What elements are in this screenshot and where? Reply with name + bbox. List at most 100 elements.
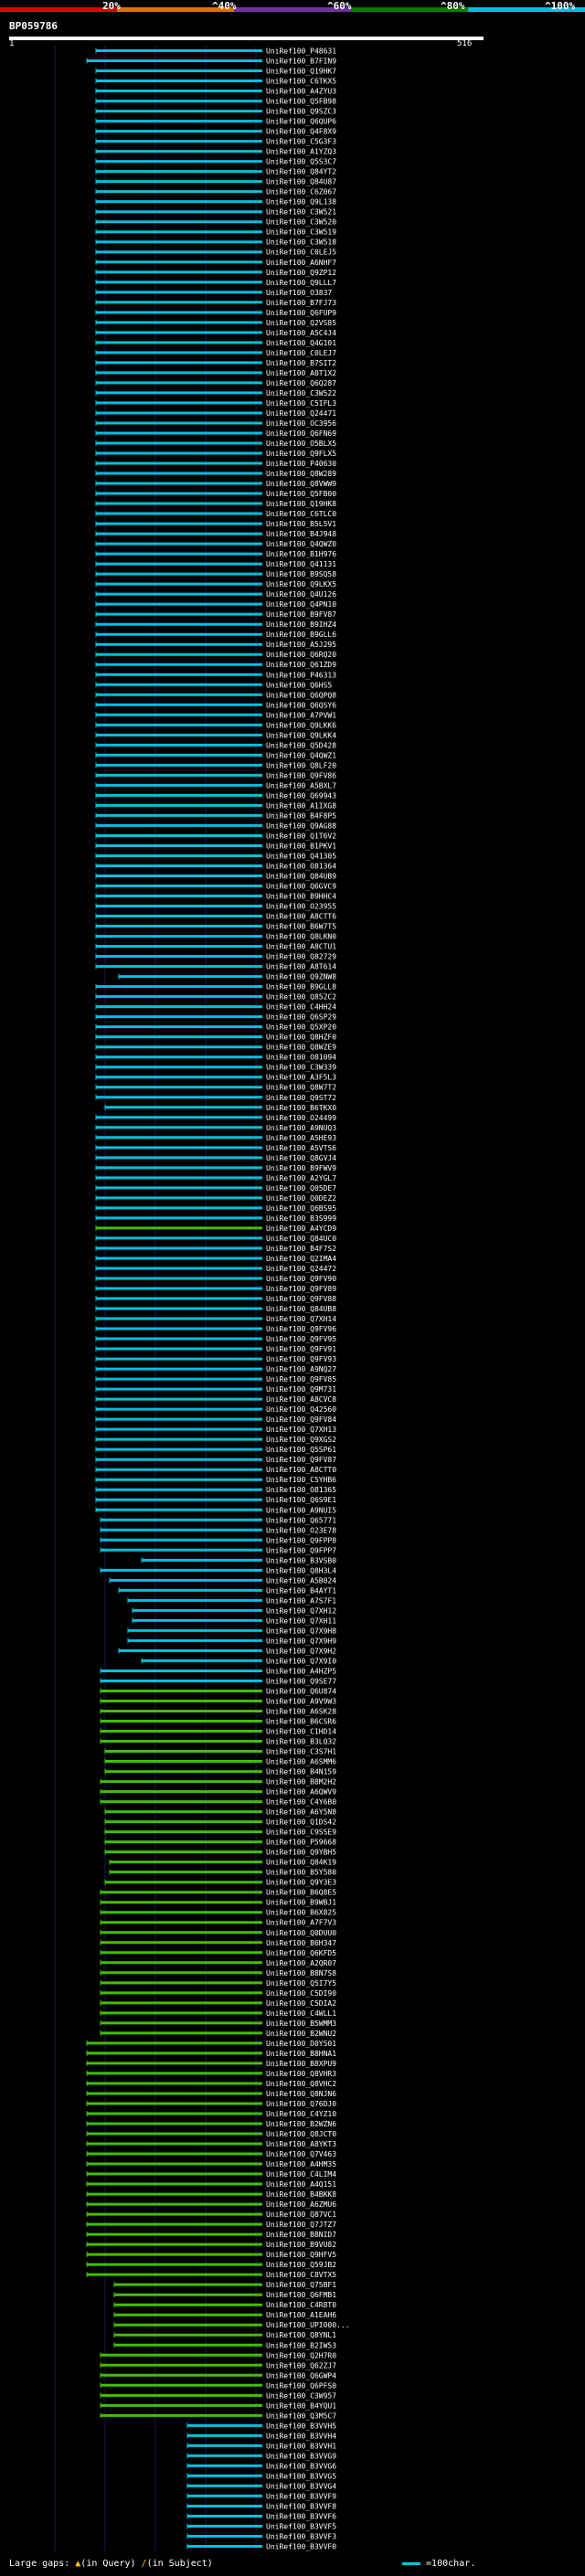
hit-label: UniRef100_C1HD14 <box>266 1728 336 1736</box>
hit-label: UniRef100_B3VVG6 <box>266 2462 336 2470</box>
hit-label: UniRef100_A8CVC8 <box>266 1395 336 1404</box>
hit-label: UniRef100_B5WMM3 <box>266 2019 336 2028</box>
hit-label: UniRef100_Q9FPP8 <box>266 1536 336 1544</box>
hit-label: UniRef100_A5HE93 <box>266 1134 336 1142</box>
hit-label: UniRef100_Q2H7R0 <box>266 2351 336 2359</box>
hit-label: UniRef100_A2YGL7 <box>266 1174 336 1182</box>
hit-label: UniRef100_B3VVH5 <box>266 2422 336 2430</box>
hit-label: UniRef100_Q87VC1 <box>266 2210 336 2219</box>
hit-label: UniRef100_Q7X9I0 <box>266 1657 336 1665</box>
hit-label: UniRef100_A5BXL7 <box>266 781 336 790</box>
hit-label: UniRef100_Q8W289 <box>266 470 336 478</box>
hit-label: UniRef100_Q6PFS0 <box>266 2381 336 2390</box>
hit-label: UniRef100_P48631 <box>266 48 336 56</box>
hit-label: UniRef100_Q69943 <box>266 791 336 800</box>
hit-label: UniRef100_Q6FN69 <box>266 429 336 438</box>
hit-label: UniRef100_A6NHF7 <box>266 259 336 267</box>
hit-label: UniRef100_Q4QWZ1 <box>266 751 336 759</box>
hit-label: UniRef100_B3VSB0 <box>266 1556 336 1564</box>
hit-label: UniRef100_P59668 <box>266 1839 336 1847</box>
hit-label: UniRef100_Q9SE77 <box>266 1677 336 1685</box>
hit-label: UniRef100_B4YQU1 <box>266 2401 336 2410</box>
scale-bar <box>402 2561 420 2565</box>
hit-label: UniRef100_Q2VS85 <box>266 319 336 327</box>
hit-label: UniRef100_B9GLL8 <box>266 983 336 991</box>
hit-label: UniRef100_A8CTT0 <box>266 1466 336 1474</box>
hit-label: UniRef100_A1EAH6 <box>266 2311 336 2319</box>
hit-label: UniRef100_B2WNU2 <box>266 2030 336 2038</box>
hit-label: UniRef100_Q6U874 <box>266 1687 336 1695</box>
hit-label: UniRef100_Q65771 <box>266 1516 336 1524</box>
hit-label: UniRef100_Q1DS42 <box>266 1818 336 1827</box>
hit-label: UniRef100_Q6QUP6 <box>266 118 336 126</box>
hit-label: UniRef100_Q7X9H8 <box>266 1627 336 1635</box>
hit-label: UniRef100_Q82729 <box>266 953 336 961</box>
hit-label: UniRef100_C9SSE9 <box>266 1829 336 1837</box>
hit-label: UniRef100_B6CSR6 <box>266 1718 336 1726</box>
hit-label: UniRef100_B8M2H2 <box>266 1778 336 1786</box>
hit-label: UniRef100_Q8VHR3 <box>266 2070 336 2078</box>
hit-label: UniRef100_B1H976 <box>266 550 336 558</box>
hit-label: UniRef100_B7FJ73 <box>266 299 336 307</box>
hit-label: UniRef100_Q9HFV5 <box>266 2251 336 2259</box>
hit-label: UniRef100_Q9FV85 <box>266 1375 336 1383</box>
hit-label: UniRef100_Q84UC0 <box>266 1235 336 1243</box>
hit-label: UniRef100_B3VVF6 <box>266 2512 336 2520</box>
hit-label: UniRef100_Q9M731 <box>266 1385 336 1394</box>
hit-label: UniRef100_A0T1X2 <box>266 369 336 377</box>
hit-label: UniRef100_C6TKX5 <box>266 78 336 86</box>
hit-label: UniRef100_Q8NJN6 <box>266 2090 336 2098</box>
hit-label: UniRef100_Q6S9E1 <box>266 1496 336 1504</box>
hit-label: UniRef100_UPI000... <box>266 2321 350 2329</box>
hit-label: UniRef100_Q4QWZ0 <box>266 540 336 548</box>
hit-label: UniRef100_A1IXG8 <box>266 801 336 810</box>
hit-label: UniRef100_Q76DJ0 <box>266 2100 336 2108</box>
hit-label: UniRef100_Q42560 <box>266 1405 336 1414</box>
hit-label: UniRef100_C3W518 <box>266 239 336 247</box>
hit-label: UniRef100_A4YCD9 <box>266 1224 336 1233</box>
hit-label: UniRef100_Q6FMB1 <box>266 2291 336 2299</box>
hit-label: UniRef100_O81364 <box>266 862 336 870</box>
hit-label: UniRef100_Q9L138 <box>266 198 336 207</box>
hit-label: UniRef100_Q5I7Y5 <box>266 1979 336 1988</box>
hit-label: UniRef100_Q9FV90 <box>266 1275 336 1283</box>
hit-label: UniRef100_Q4F8X9 <box>266 128 336 136</box>
hit-label: UniRef100_Q9LKX5 <box>266 580 336 588</box>
hit-label: UniRef100_Q6BS95 <box>266 1204 336 1213</box>
hit-label: UniRef100_Q7XH14 <box>266 1315 336 1323</box>
hit-label: UniRef100_C5G3F3 <box>266 138 336 146</box>
hit-label: UniRef100_C6TLC0 <box>266 510 336 518</box>
hit-label: UniRef100_B1PKV1 <box>266 842 336 850</box>
hit-label: UniRef100_Q41305 <box>266 852 336 860</box>
hit-label: UniRef100_A8YKT3 <box>266 2140 336 2148</box>
hit-label: UniRef100_C5YHB6 <box>266 1476 336 1484</box>
hit-label: UniRef100_Q7V463 <box>266 2150 336 2158</box>
hit-label: UniRef100_B8XPU9 <box>266 2060 336 2068</box>
hit-label: UniRef100_Q84UB9 <box>266 872 336 880</box>
hit-label: UniRef100_Q4PN10 <box>266 600 336 609</box>
hit-label: UniRef100_Q6GWP4 <box>266 2371 336 2380</box>
hit-label: UniRef100_OC3956 <box>266 419 336 428</box>
hit-label: UniRef100_Q9LKK4 <box>266 731 336 739</box>
hit-label: UniRef100_Q4U126 <box>266 590 336 599</box>
hit-label: UniRef100_O23E78 <box>266 1526 336 1534</box>
hit-label: UniRef100_A7F7V3 <box>266 1919 336 1927</box>
hit-label: UniRef100_Q5XP20 <box>266 1023 336 1032</box>
hit-label: UniRef100_B9GLL6 <box>266 631 336 639</box>
hit-label: UniRef100_Q8LF20 <box>266 761 336 769</box>
hit-label: UniRef100_C3W520 <box>266 218 336 227</box>
hit-label: UniRef100_Q8GVJ4 <box>266 1154 336 1162</box>
hit-label: UniRef100_Q9LKK6 <box>266 721 336 729</box>
hit-label: UniRef100_B6W7T5 <box>266 923 336 931</box>
hit-label: UniRef100_A6ZMU6 <box>266 2200 336 2209</box>
hit-label: UniRef100_O81365 <box>266 1486 336 1494</box>
hit-label: UniRef100_B4F8P5 <box>266 811 336 820</box>
hit-label: UniRef100_B3VVF0 <box>266 2542 336 2550</box>
hit-label: UniRef100_Q8H3L4 <box>266 1566 336 1574</box>
hit-label: UniRef100_Q9ZP12 <box>266 269 336 277</box>
hit-label: UniRef100_Q6SP29 <box>266 1013 336 1022</box>
hit-label: UniRef100_A4HZP5 <box>266 1667 336 1675</box>
hit-label: UniRef100_Q75BF1 <box>266 2281 336 2289</box>
hit-label: UniRef100_Q9FLX5 <box>266 450 336 458</box>
hit-label: UniRef100_A6SK28 <box>266 1707 336 1715</box>
